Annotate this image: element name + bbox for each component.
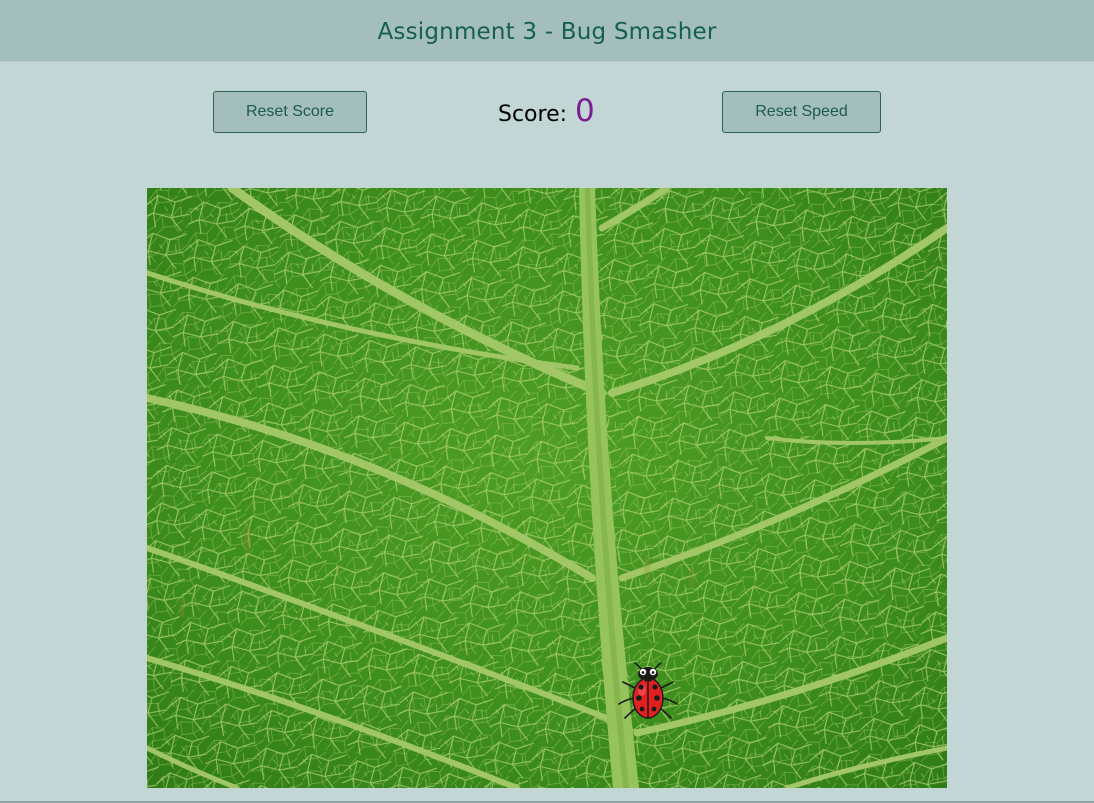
score-label: Score: [498,102,568,127]
ladybug-icon[interactable] [613,660,683,722]
game-canvas[interactable] [147,188,947,788]
reset-speed-button[interactable]: Reset Speed [722,91,881,133]
score-display: Score: 0 [498,93,595,135]
score-value: 0 [575,93,595,129]
page-title: Assignment 3 - Bug Smasher [377,18,717,45]
leaf-background [147,188,947,788]
reset-score-button[interactable]: Reset Score [213,91,367,133]
page-header: Assignment 3 - Bug Smasher [0,0,1094,62]
